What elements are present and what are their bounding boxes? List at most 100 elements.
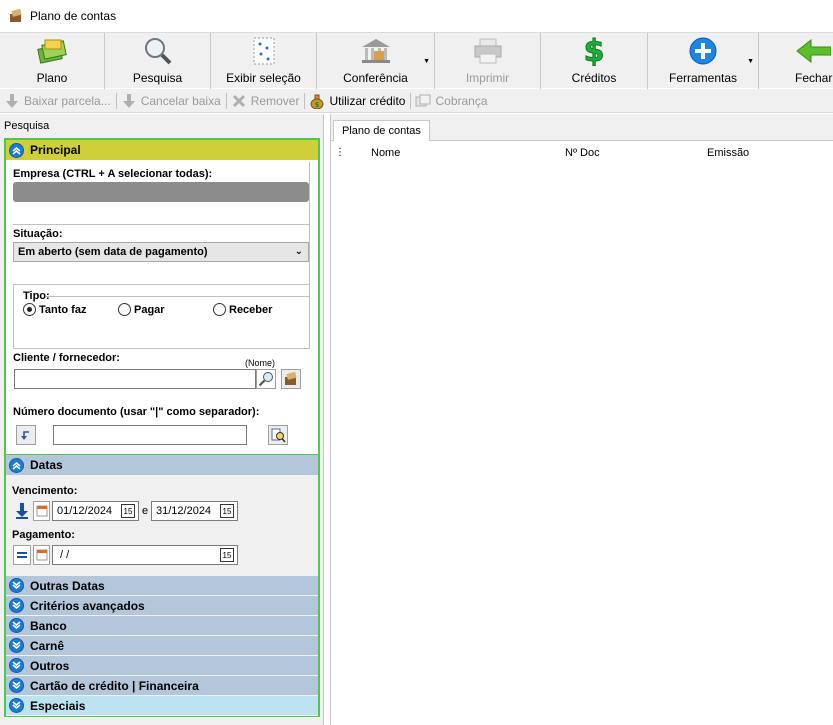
vencimento-separator: e: [142, 505, 149, 517]
principal-content: Empresa (CTRL + A selecionar todas): Sit…: [8, 162, 313, 349]
back-arrow-icon: [21, 431, 29, 440]
carne-section[interactable]: Carnê: [6, 636, 318, 656]
baixar-parcela-button[interactable]: Baixar parcela...: [0, 90, 116, 112]
conferencia-dropdown-icon[interactable]: ▼: [423, 58, 430, 65]
tipo-radio-receber[interactable]: Receber: [213, 303, 272, 316]
vencimento-to-field[interactable]: 31/12/2024 15: [151, 501, 238, 521]
empresa-field[interactable]: [13, 182, 309, 202]
criterios-avancados-section[interactable]: Critérios avançados: [6, 596, 318, 616]
cobranca-button[interactable]: Cobrança: [411, 90, 492, 112]
calendar-icon: [36, 549, 47, 561]
calendar-icon[interactable]: 15: [220, 504, 234, 518]
baixar-parcela-label: Baixar parcela...: [24, 93, 111, 108]
pesquisa-button[interactable]: Pesquisa: [105, 33, 211, 89]
bank-building-icon: [358, 35, 394, 67]
grid-menu-icon[interactable]: ⋮: [335, 147, 345, 158]
section-title: Outras Datas: [30, 578, 105, 593]
tab-plano-de-contas[interactable]: Plano de contas: [333, 120, 430, 141]
imprimir-button[interactable]: Imprimir: [435, 33, 541, 89]
section-title: Cartão de crédito | Financeira: [30, 678, 199, 693]
title-bar: Plano de contas: [0, 0, 833, 32]
cancelar-baixa-label: Cancelar baixa: [140, 93, 221, 108]
ferramentas-label: Ferramentas: [668, 71, 738, 85]
plano-label: Plano: [36, 71, 68, 85]
pagamento-calendar-button[interactable]: [33, 545, 50, 565]
outros-section[interactable]: Outros: [6, 656, 318, 676]
app-icon: [8, 8, 24, 24]
plano-button[interactable]: Plano: [0, 33, 105, 89]
principal-header[interactable]: Principal: [6, 140, 318, 160]
remove-icon: [231, 93, 247, 109]
vencimento-down-button[interactable]: [13, 501, 31, 521]
window-title: Plano de contas: [30, 9, 117, 23]
vencimento-to-value: 31/12/2024: [156, 505, 212, 517]
search-panel: Pesquisa Principal Empresa (CTRL + A sel…: [0, 114, 324, 725]
magnifier-icon: [258, 372, 273, 387]
cobranca-label: Cobrança: [435, 93, 488, 108]
principal-section: Principal Empresa (CTRL + A selecionar t…: [4, 138, 320, 456]
calendar-icon[interactable]: 15: [220, 548, 234, 562]
exibir-selecao-label: Exibir seleção: [226, 71, 301, 85]
chevron-down-icon: [9, 638, 24, 653]
section-title: Critérios avançados: [30, 598, 145, 613]
dollar-icon: $: [576, 35, 612, 67]
creditos-button[interactable]: $ Créditos: [541, 33, 648, 89]
tipo-option-label: Tanto faz: [39, 303, 87, 316]
column-nro-doc[interactable]: Nº Doc: [565, 147, 600, 159]
ferramentas-button[interactable]: Ferramentas ▼: [648, 33, 759, 89]
search-panel-header: Pesquisa: [4, 120, 50, 132]
exibir-selecao-button[interactable]: Exibir seleção: [211, 33, 317, 89]
cliente-hint: (Nome): [245, 358, 276, 368]
tipo-option-label: Pagar: [134, 303, 165, 316]
magnifier-icon: [140, 35, 176, 67]
pagamento-value: / /: [57, 549, 70, 561]
chevron-down-icon: [9, 578, 24, 593]
utilizar-credito-button[interactable]: $ Utilizar crédito: [305, 90, 410, 112]
vencimento-from-field[interactable]: 01/12/2024 15: [52, 501, 139, 521]
cartao-credito-section[interactable]: Cartão de crédito | Financeira: [6, 676, 318, 696]
numero-input[interactable]: [53, 425, 247, 445]
numero-search-button[interactable]: [268, 425, 288, 445]
banco-section[interactable]: Banco: [6, 616, 318, 636]
search-cliente-button[interactable]: [256, 369, 276, 389]
cadastro-cliente-button[interactable]: [281, 369, 301, 389]
situacao-label: Situação:: [13, 228, 63, 240]
outras-datas-section[interactable]: Outras Datas: [6, 576, 318, 596]
pagamento-field[interactable]: / / 15: [52, 545, 238, 565]
cancelar-baixa-button[interactable]: Cancelar baixa: [117, 90, 226, 112]
results-panel: Plano de contas ⋮ Nome Nº Doc Emissão: [330, 114, 833, 725]
ferramentas-dropdown-icon[interactable]: ▼: [747, 58, 754, 65]
column-nome[interactable]: Nome: [371, 147, 400, 159]
tipo-radio-tanto-faz[interactable]: Tanto faz: [23, 303, 86, 316]
column-emissao[interactable]: Emissão: [707, 147, 749, 159]
radio-unchecked-icon: [213, 303, 226, 316]
cliente-label: Cliente / fornecedor:: [13, 352, 120, 364]
box-icon: [285, 371, 297, 385]
situacao-select[interactable]: Em aberto (sem data de pagamento) ⌄: [13, 242, 309, 262]
arrow-down-icon: [121, 93, 137, 109]
tipo-radio-pagar[interactable]: Pagar: [118, 303, 165, 316]
datas-header[interactable]: Datas: [6, 455, 318, 475]
empresa-label: Empresa (CTRL + A selecionar todas):: [13, 168, 213, 180]
svg-text:$: $: [584, 35, 605, 67]
calendar-icon[interactable]: 15: [121, 504, 135, 518]
documents-icon: [415, 93, 431, 109]
fechar-button[interactable]: Fechar: [759, 33, 833, 89]
datas-section: Datas Vencimento: 01/12/2024 15 e 31/12/…: [4, 455, 320, 717]
cliente-input[interactable]: [14, 369, 256, 389]
vencimento-calendar-button[interactable]: [33, 501, 50, 521]
printer-icon: [470, 35, 506, 67]
remover-label: Remover: [250, 93, 300, 108]
section-title: Especiais: [30, 698, 86, 713]
remover-button[interactable]: Remover: [227, 90, 305, 112]
svg-text:$: $: [315, 101, 320, 109]
fechar-label: Fechar: [795, 71, 833, 85]
pagamento-equal-button[interactable]: [13, 545, 31, 565]
principal-title: Principal: [30, 143, 81, 157]
documents-search-icon: [271, 428, 286, 443]
numero-options-button[interactable]: [16, 425, 36, 445]
money-bag-icon: $: [309, 93, 325, 109]
conferencia-button[interactable]: Conferência ▼: [317, 33, 435, 89]
especiais-section[interactable]: Especiais: [6, 696, 318, 716]
divider: [309, 162, 310, 348]
